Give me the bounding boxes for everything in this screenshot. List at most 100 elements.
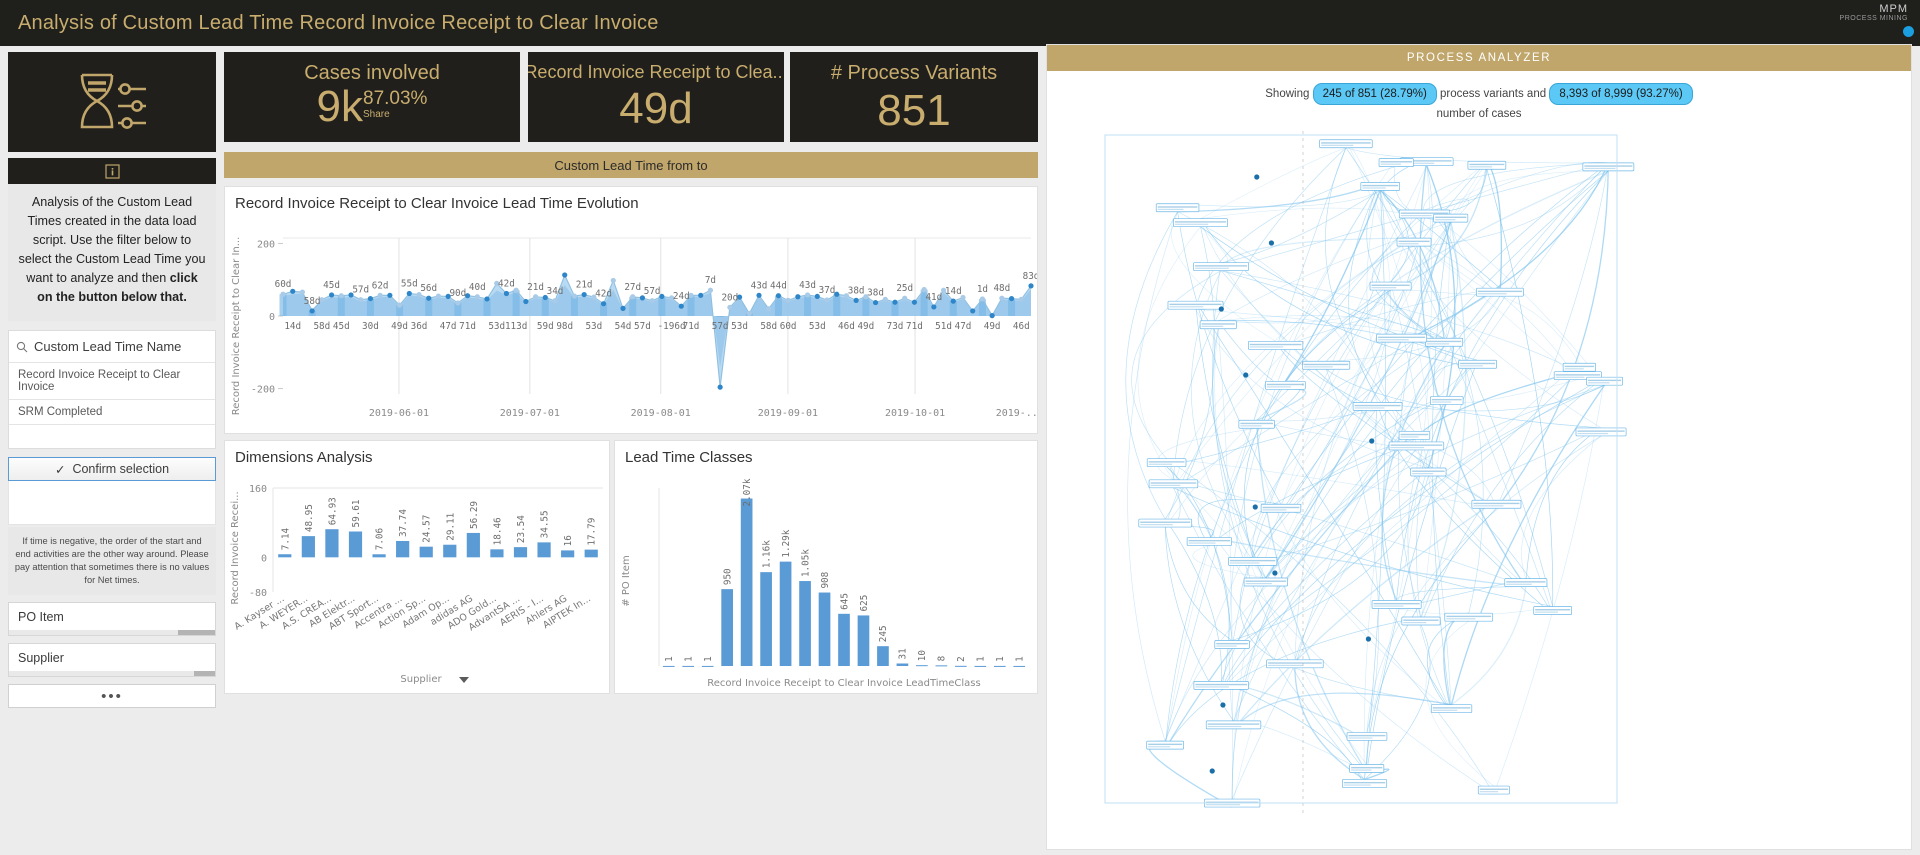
listbox-supplier[interactable]: Supplier bbox=[8, 643, 216, 677]
svg-text:20d: 20d bbox=[721, 292, 738, 303]
filter-option[interactable]: Record Invoice Receipt to Clear Invoice bbox=[9, 362, 215, 399]
info-text-panel: Analysis of the Custom Lead Times create… bbox=[8, 184, 216, 321]
filter-spacer bbox=[8, 481, 216, 525]
dimensions-analysis-chart[interactable]: 1600-80Record Invoice Recei... 7.14A. Kay… bbox=[225, 470, 609, 692]
svg-text:55d: 55d bbox=[401, 279, 418, 290]
svg-text:950: 950 bbox=[722, 568, 733, 585]
left-sidebar: Analysis of the Custom Lead Times create… bbox=[8, 52, 216, 708]
custom-lead-time-filter[interactable]: Custom Lead Time Name Record Invoice Rec… bbox=[8, 330, 216, 449]
svg-text:83d: 83d bbox=[1023, 271, 1037, 282]
svg-text:36d: 36d bbox=[411, 321, 428, 332]
listbox-supplier-label: Supplier bbox=[18, 651, 64, 665]
svg-text:2019-...: 2019-... bbox=[996, 408, 1037, 419]
svg-text:2019-09-01: 2019-09-01 bbox=[758, 408, 818, 419]
svg-text:160: 160 bbox=[249, 484, 267, 495]
svg-text:51d: 51d bbox=[935, 321, 952, 332]
variants-pill[interactable]: 245 of 851 (28.79%) bbox=[1312, 83, 1437, 105]
lead-time-classes-panel: Lead Time Classes # PO Item 1 1 1 950 2.07k 1.… bbox=[614, 440, 1038, 694]
svg-text:1: 1 bbox=[664, 656, 675, 662]
kpi-lead-time[interactable]: Record Invoice Receipt to Clea... 49d bbox=[528, 52, 784, 142]
svg-text:245: 245 bbox=[878, 625, 889, 642]
process-graph[interactable] bbox=[1047, 117, 1911, 837]
confirm-selection-label: Confirm selection bbox=[72, 462, 170, 476]
confirm-selection-button[interactable]: ✓ Confirm selection bbox=[8, 457, 216, 481]
svg-text:71d: 71d bbox=[683, 321, 700, 332]
search-icon bbox=[16, 341, 28, 352]
status-dot bbox=[1903, 26, 1914, 37]
svg-text:25d: 25d bbox=[896, 283, 913, 294]
svg-text:46d: 46d bbox=[1013, 321, 1030, 332]
svg-text:1.16k: 1.16k bbox=[761, 540, 772, 568]
svg-text:1d: 1d bbox=[977, 284, 988, 295]
svg-text:73d: 73d bbox=[887, 321, 904, 332]
svg-text:645: 645 bbox=[839, 593, 850, 610]
svg-text:24d: 24d bbox=[673, 291, 690, 302]
svg-text:200: 200 bbox=[257, 239, 275, 250]
svg-text:57d: 57d bbox=[712, 321, 729, 332]
svg-text:2019-10-01: 2019-10-01 bbox=[885, 408, 945, 419]
lead-time-evolution-panel: Record Invoice Receipt to Clear Invoice … bbox=[224, 186, 1044, 434]
lead-time-evolution-chart[interactable]: 200 0 -200 Record Invoice Receipt to Clear … bbox=[225, 216, 1044, 434]
svg-text:53d: 53d bbox=[488, 321, 505, 332]
svg-text:29.11: 29.11 bbox=[445, 513, 456, 541]
kpi-title: # Process Variants bbox=[830, 62, 998, 84]
listbox-supplier-scrollbar[interactable] bbox=[9, 671, 215, 676]
listbox-po-item-label: PO Item bbox=[18, 610, 64, 624]
svg-text:1.29k: 1.29k bbox=[781, 529, 792, 557]
svg-text:41d: 41d bbox=[925, 292, 942, 303]
svg-text:42d: 42d bbox=[595, 289, 612, 300]
kpi-title: Record Invoice Receipt to Clea... bbox=[528, 62, 784, 82]
svg-text:1: 1 bbox=[684, 656, 695, 662]
svg-text:31: 31 bbox=[898, 648, 909, 659]
svg-text:Supplier: Supplier bbox=[400, 674, 442, 685]
svg-text:7.06: 7.06 bbox=[375, 528, 386, 550]
svg-text:1: 1 bbox=[1015, 656, 1026, 662]
filter-title-row[interactable]: Custom Lead Time Name bbox=[9, 331, 215, 362]
lead-time-classes-title: Lead Time Classes bbox=[625, 449, 753, 466]
svg-text:7.14: 7.14 bbox=[280, 527, 291, 550]
brand-logo: MPM PROCESS MINING bbox=[1840, 4, 1908, 23]
hourglass-slider-icon bbox=[80, 73, 146, 129]
svg-text:8: 8 bbox=[937, 656, 948, 662]
svg-text:57d: 57d bbox=[352, 285, 369, 296]
svg-text:49d: 49d bbox=[391, 321, 408, 332]
process-analyzer-summary: Showing 245 of 851 (28.79%) process vari… bbox=[1047, 71, 1911, 123]
svg-text:24.57: 24.57 bbox=[422, 515, 433, 543]
svg-text:Record Invoice Receipt to Clea: Record Invoice Receipt to Clear In... bbox=[231, 237, 242, 416]
svg-text:1: 1 bbox=[995, 656, 1006, 662]
filter-option[interactable]: SRM Completed bbox=[9, 399, 215, 424]
svg-text:7d: 7d bbox=[705, 275, 716, 286]
filter-option-empty[interactable] bbox=[9, 424, 215, 448]
svg-text:48.95: 48.95 bbox=[304, 504, 315, 532]
mid-text: process variants and bbox=[1440, 88, 1547, 100]
svg-text:64.93: 64.93 bbox=[327, 497, 338, 525]
svg-text:34d: 34d bbox=[547, 286, 564, 297]
process-analyzer-header: PROCESS ANALYZER bbox=[1047, 45, 1911, 71]
brand-logo-main: MPM bbox=[1879, 3, 1908, 15]
svg-text:14d: 14d bbox=[945, 286, 962, 297]
listbox-po-item-scrollbar[interactable] bbox=[9, 630, 215, 635]
svg-text:10: 10 bbox=[917, 650, 928, 661]
svg-text:45d: 45d bbox=[333, 321, 350, 332]
svg-text:18.46: 18.46 bbox=[492, 517, 503, 545]
kpi-cases-involved[interactable]: Cases involved 9k 87.03% Share bbox=[224, 52, 520, 142]
lead-time-classes-chart[interactable]: # PO Item 1 1 1 950 2.07k 1.16k 1.29k 1.05k 908 64… bbox=[615, 470, 1037, 692]
svg-text:113d: 113d bbox=[505, 321, 527, 332]
more-filters-button[interactable]: ••• bbox=[8, 684, 216, 708]
kpi-share-pct: 87.03% bbox=[363, 88, 428, 109]
info-icon bbox=[104, 163, 120, 179]
svg-text:71d: 71d bbox=[906, 321, 923, 332]
svg-text:62d: 62d bbox=[372, 280, 389, 291]
svg-text:-196d: -196d bbox=[658, 321, 686, 332]
listbox-po-item[interactable]: PO Item bbox=[8, 602, 216, 636]
kpi-share-label: Share bbox=[363, 109, 390, 120]
kpi-process-variants[interactable]: # Process Variants 851 bbox=[790, 52, 1038, 142]
svg-text:-200: -200 bbox=[251, 385, 275, 396]
svg-text:17.79: 17.79 bbox=[587, 518, 598, 546]
svg-text:21d: 21d bbox=[576, 280, 593, 291]
svg-text:71d: 71d bbox=[459, 321, 476, 332]
cases-pill[interactable]: 8,393 of 8,999 (93.27%) bbox=[1549, 83, 1693, 105]
svg-text:1: 1 bbox=[976, 656, 987, 662]
custom-lead-time-band[interactable]: Custom Lead Time from to bbox=[224, 152, 1038, 178]
svg-text:37.74: 37.74 bbox=[398, 509, 409, 537]
